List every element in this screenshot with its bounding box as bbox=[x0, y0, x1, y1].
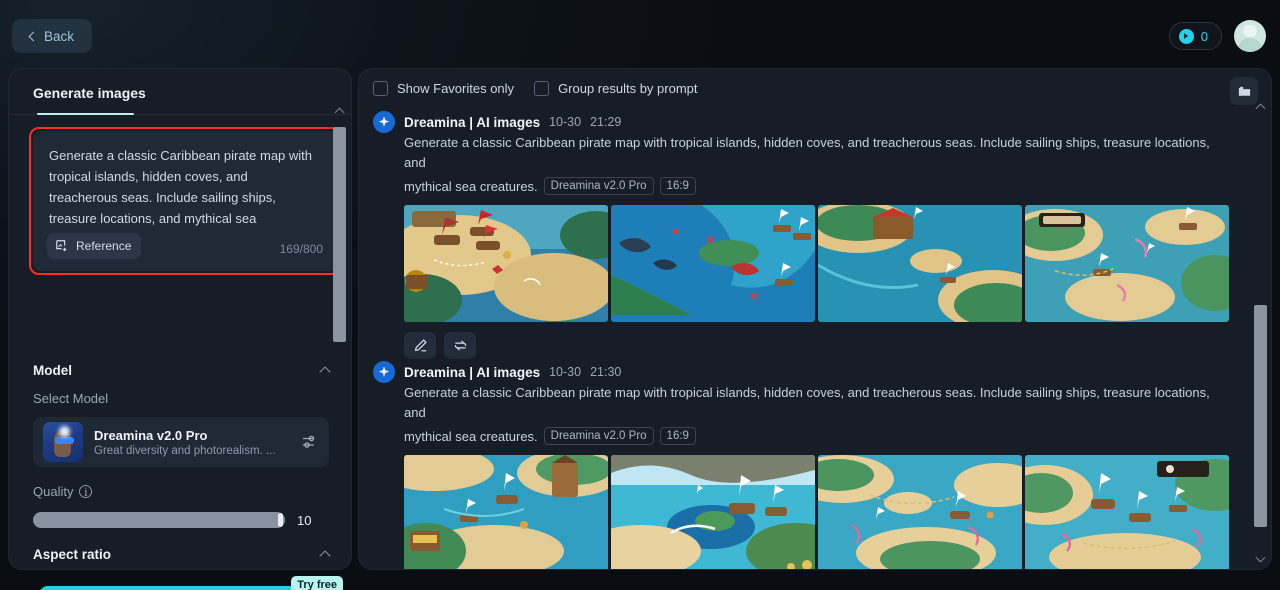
model-section-header[interactable]: Model bbox=[33, 360, 331, 380]
reference-button[interactable]: Reference bbox=[47, 233, 142, 259]
chevron-up-icon[interactable] bbox=[319, 365, 331, 378]
prompt-char-counter: 169/800 bbox=[279, 242, 323, 256]
credits-badge[interactable]: 0 bbox=[1168, 22, 1222, 50]
generate-button-wrap: Generate 0 Try free bbox=[39, 576, 343, 590]
avatar-head bbox=[1243, 25, 1257, 37]
tag-aspect-ratio: 16:9 bbox=[659, 177, 696, 195]
chevron-up-icon[interactable] bbox=[334, 107, 345, 118]
result-tag-row: mythical sea creatures. Dreamina v2.0 Pr… bbox=[404, 427, 1229, 445]
result-header: Dreamina | AI images 10-30 21:29 bbox=[373, 111, 1229, 133]
aspect-ratio-section-header[interactable]: Aspect ratio bbox=[33, 544, 331, 564]
result-time: 21:29 bbox=[590, 115, 622, 129]
chevron-up-icon[interactable] bbox=[319, 549, 331, 562]
back-button-label: Back bbox=[43, 28, 74, 44]
model-info: Dreamina v2.0 Pro Great diversity and ph… bbox=[94, 428, 301, 457]
result-prompt: Generate a classic Caribbean pirate map … bbox=[404, 135, 1210, 170]
prompt-highlight-frame: Generate a classic Caribbean pirate map … bbox=[29, 127, 341, 275]
scrollbar-thumb[interactable] bbox=[333, 127, 346, 342]
tag-aspect-ratio: 16:9 bbox=[659, 427, 696, 445]
filter-show-favorites-only[interactable]: Show Favorites only bbox=[373, 81, 514, 96]
result-prompt: Generate a classic Caribbean pirate map … bbox=[404, 385, 1210, 420]
avatar-body bbox=[1237, 38, 1263, 52]
result-image[interactable] bbox=[611, 205, 815, 322]
result-image[interactable] bbox=[404, 455, 608, 569]
model-description: Great diversity and photorealism. ... bbox=[94, 444, 276, 457]
checkbox[interactable] bbox=[534, 81, 550, 96]
edit-button[interactable] bbox=[404, 332, 436, 359]
model-section-title: Model bbox=[33, 362, 72, 378]
result-item: Dreamina | AI images 10-30 21:29 Generat… bbox=[373, 111, 1229, 359]
chevron-up-icon[interactable] bbox=[1255, 103, 1266, 114]
quality-slider[interactable] bbox=[33, 512, 285, 528]
prompt-input[interactable]: Generate a classic Caribbean pirate map … bbox=[33, 131, 337, 271]
tab-generate-images[interactable]: Generate images bbox=[33, 85, 146, 101]
result-tag-row: mythical sea creatures. Dreamina v2.0 Pr… bbox=[404, 177, 1229, 195]
sliders-icon[interactable] bbox=[301, 433, 319, 451]
dreamina-logo-icon bbox=[373, 361, 395, 383]
info-icon[interactable]: i bbox=[79, 484, 93, 499]
result-title: Dreamina | AI images bbox=[404, 364, 541, 380]
model-name: Dreamina v2.0 Pro bbox=[94, 427, 208, 443]
result-image[interactable] bbox=[1025, 205, 1229, 322]
chevron-down-icon[interactable] bbox=[1255, 552, 1266, 563]
image-plus-icon bbox=[56, 240, 67, 252]
result-image[interactable] bbox=[818, 455, 1022, 569]
top-bar: Back 0 bbox=[0, 0, 1280, 72]
result-image[interactable] bbox=[404, 205, 608, 322]
tag-model: Dreamina v2.0 Pro bbox=[543, 427, 654, 445]
back-button[interactable]: Back bbox=[12, 19, 92, 53]
try-free-badge: Try free bbox=[291, 576, 343, 590]
slider-thumb[interactable] bbox=[278, 513, 283, 527]
result-image[interactable] bbox=[818, 205, 1022, 322]
folder-button[interactable] bbox=[1230, 77, 1258, 105]
result-prompt-tail: mythical sea creatures. bbox=[404, 178, 538, 194]
model-thumbnail bbox=[43, 422, 83, 462]
results-scrollbar[interactable] bbox=[1254, 103, 1267, 565]
result-prompt-tail: mythical sea creatures. bbox=[404, 428, 538, 444]
filter-group-by-prompt[interactable]: Group results by prompt bbox=[534, 81, 698, 96]
panel-tabs: Generate images bbox=[9, 77, 351, 115]
results-filters: Show Favorites only Group results by pro… bbox=[373, 81, 698, 96]
filter-label: Group results by prompt bbox=[558, 81, 698, 96]
result-time: 21:30 bbox=[590, 365, 622, 379]
edit-pencil-icon bbox=[414, 339, 427, 352]
result-header: Dreamina | AI images 10-30 21:30 bbox=[373, 361, 1229, 383]
scrollbar-thumb[interactable] bbox=[1254, 305, 1267, 527]
checkbox[interactable] bbox=[373, 81, 388, 96]
chevron-left-icon bbox=[28, 31, 39, 41]
results-panel: Show Favorites only Group results by pro… bbox=[358, 68, 1272, 570]
result-actions bbox=[404, 332, 1229, 359]
quality-label-row: Quality i bbox=[33, 484, 93, 499]
select-model-label: Select Model bbox=[33, 391, 109, 406]
filter-label: Show Favorites only bbox=[397, 81, 515, 96]
result-image-row bbox=[404, 205, 1229, 322]
result-image-row bbox=[404, 455, 1229, 569]
coin-icon bbox=[1178, 28, 1194, 44]
tab-active-indicator bbox=[37, 113, 134, 115]
selected-model-card[interactable]: Dreamina v2.0 Pro Great diversity and ph… bbox=[33, 417, 329, 467]
result-item: Dreamina | AI images 10-30 21:30 Generat… bbox=[373, 361, 1229, 569]
credits-value: 0 bbox=[1200, 28, 1208, 44]
regenerate-button[interactable] bbox=[444, 332, 476, 359]
result-image[interactable] bbox=[611, 455, 815, 569]
result-title: Dreamina | AI images bbox=[404, 114, 541, 130]
tag-model: Dreamina v2.0 Pro bbox=[543, 177, 654, 195]
generate-panel: Generate images Generate a classic Carib… bbox=[8, 68, 352, 590]
regenerate-icon bbox=[454, 340, 466, 351]
quality-value: 10 bbox=[297, 512, 312, 528]
result-date: 10-30 bbox=[549, 115, 582, 129]
left-panel-scrollbar[interactable] bbox=[333, 107, 346, 561]
avatar[interactable] bbox=[1234, 20, 1266, 52]
quality-label: Quality bbox=[33, 484, 74, 499]
dreamina-logo-icon bbox=[373, 111, 395, 133]
result-image[interactable] bbox=[1025, 455, 1229, 569]
reference-label: Reference bbox=[76, 239, 132, 253]
aspect-ratio-title: Aspect ratio bbox=[33, 546, 112, 562]
result-date: 10-30 bbox=[549, 365, 582, 379]
quality-slider-row: 10 bbox=[33, 512, 329, 528]
folder-icon bbox=[1238, 86, 1250, 96]
